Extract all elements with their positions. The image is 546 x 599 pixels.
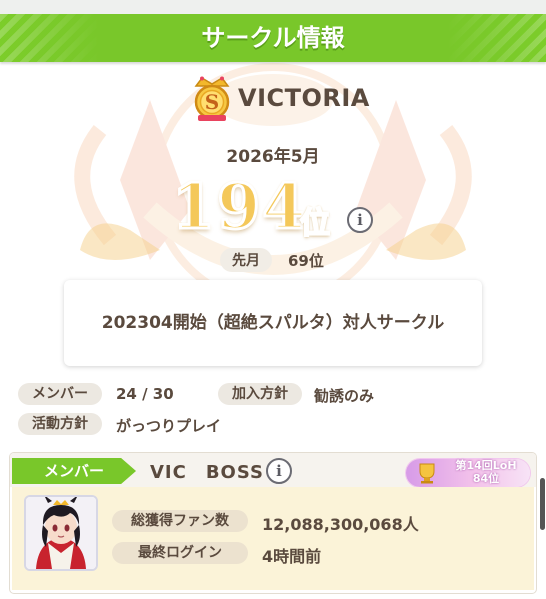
loh-rank: 84位 xyxy=(472,472,500,485)
ranking-info-icon[interactable]: i xyxy=(347,207,373,233)
top-strip xyxy=(0,0,546,14)
scrollbar[interactable] xyxy=(540,478,545,530)
member-info-icon[interactable]: i xyxy=(266,458,292,484)
activity-policy-label: 活動方針 xyxy=(18,413,102,435)
ranking-number: 194 xyxy=(170,169,308,245)
page-title: サークル情報 xyxy=(201,24,345,52)
total-fans-label: 総獲得ファン数 xyxy=(112,510,248,532)
members-label: メンバー xyxy=(18,383,102,405)
character-portrait-icon xyxy=(26,497,96,569)
join-policy-value: 勧誘のみ xyxy=(314,387,375,405)
activity-policy-value: がっつりプレイ xyxy=(116,417,222,435)
ranking-month: 2026年5月 xyxy=(226,147,320,167)
last-month-label: 先月 xyxy=(220,248,272,272)
ranking-unit: 位 xyxy=(299,205,331,242)
rank-s-badge-icon: S xyxy=(194,76,230,121)
loh-text: 第14回LoH 84位 xyxy=(446,459,526,485)
circle-name: VICTORIA xyxy=(238,84,370,112)
svg-text:S: S xyxy=(205,90,219,114)
last-login-value: 4時間前 xyxy=(262,547,322,566)
member-avatar[interactable] xyxy=(24,495,98,571)
last-month-value: 69位 xyxy=(288,252,324,270)
header-banner: サークル情報 xyxy=(0,14,546,62)
circle-description: 202304開始（超絶スパルタ）対人サークル xyxy=(101,313,445,333)
member-name: VIC BOSS xyxy=(150,462,264,483)
loh-event: 第14回LoH xyxy=(455,459,517,472)
total-fans-value: 12,088,300,068人 xyxy=(262,515,419,534)
circle-description-card: 202304開始（超絶スパルタ）対人サークル xyxy=(64,280,482,366)
last-month-ranking: 先月 xyxy=(220,248,272,272)
member-tab: メンバー xyxy=(12,458,136,484)
last-login-label: 最終ログイン xyxy=(112,542,248,564)
loh-trophy-icon xyxy=(419,463,435,484)
join-policy-label: 加入方針 xyxy=(218,383,302,405)
members-value: 24 / 30 xyxy=(116,385,174,403)
